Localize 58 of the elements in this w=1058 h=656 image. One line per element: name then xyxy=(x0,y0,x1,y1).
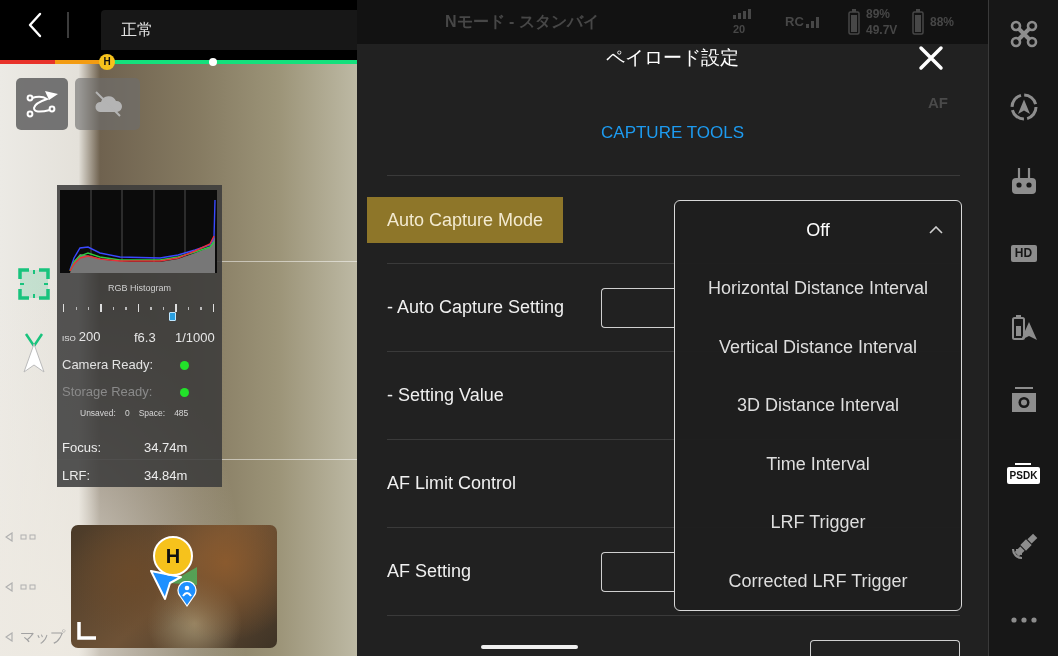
cloud-off-button[interactable] xyxy=(75,78,140,130)
setting-label: Auto Capture Mode xyxy=(367,196,564,243)
route-button[interactable] xyxy=(16,78,68,130)
battery-navigation-icon[interactable] xyxy=(1009,313,1038,342)
status-label: Camera Ready: xyxy=(62,357,154,372)
corner-bracket-icon[interactable] xyxy=(77,622,96,640)
storage-label: Space: xyxy=(138,407,166,419)
dropdown-option[interactable]: Corrected LRF Trigger xyxy=(675,551,961,610)
select-field[interactable] xyxy=(601,551,674,592)
camera-icon[interactable] xyxy=(1009,387,1038,414)
navigation-icon[interactable] xyxy=(1009,93,1038,122)
route-icon xyxy=(25,89,59,119)
reading-value: 34.84m xyxy=(144,468,188,484)
iso-label: ISO xyxy=(62,333,76,345)
aperture-value: f6.3 xyxy=(134,330,156,345)
close-icon[interactable] xyxy=(918,45,944,71)
dropdown-option[interactable]: Horizontal Distance Interval xyxy=(675,259,961,318)
reading-label: Focus: xyxy=(62,440,101,455)
setting-label: AF Setting xyxy=(387,559,472,582)
hd-icon[interactable]: HD xyxy=(1010,245,1037,263)
dialog-title: ペイロード設定 xyxy=(606,46,739,70)
mode-select[interactable]: Off xyxy=(675,201,961,259)
location-pin-icon xyxy=(177,581,197,607)
setting-label: AF Limit Control xyxy=(387,471,517,494)
dropdown-option[interactable]: 3D Distance Interval xyxy=(675,376,961,435)
dash-marks-icon xyxy=(20,534,36,540)
iso-value: 200 xyxy=(78,329,101,345)
drone-icon[interactable] xyxy=(1009,20,1038,49)
value-field[interactable] xyxy=(810,640,960,656)
map-placeholder[interactable]: H xyxy=(71,525,277,648)
back-icon[interactable] xyxy=(28,12,42,38)
setting-label: - Auto Capture Setting xyxy=(387,295,565,318)
section-title: CAPTURE TOOLS xyxy=(601,123,744,143)
focus-frame-icon xyxy=(18,268,50,300)
storage-value: 485 xyxy=(174,407,189,419)
battery-icon xyxy=(912,9,924,35)
dropdown-option[interactable]: Vertical Distance Interval xyxy=(675,317,961,376)
storage-value: 0 xyxy=(124,407,130,419)
setting-label: - Setting Value xyxy=(387,383,504,406)
more-icon[interactable] xyxy=(1009,617,1038,624)
reading-value: 34.74m xyxy=(144,440,188,456)
reading-label: LRF: xyxy=(62,468,91,483)
storage-label: Unsaved: xyxy=(80,407,116,419)
histogram-title: RGB Histogram xyxy=(108,283,171,293)
flight-status-bar: 正常 xyxy=(101,10,357,50)
signal-bars-icon xyxy=(805,16,820,28)
remote-controller-icon[interactable] xyxy=(1010,166,1037,195)
aircraft-icon xyxy=(22,332,46,374)
select-field[interactable] xyxy=(601,287,674,328)
home-point-marker: H xyxy=(99,54,115,70)
dropdown-option[interactable]: LRF Trigger xyxy=(675,493,961,552)
status-label: Storage Ready: xyxy=(62,384,153,399)
dash-marks-icon xyxy=(20,584,36,590)
satellite-icon[interactable] xyxy=(1009,532,1038,561)
shutter-value: 1/1000 xyxy=(175,330,215,346)
dropdown-option[interactable]: Time Interval xyxy=(675,434,961,493)
aircraft-position-icon xyxy=(209,58,217,66)
battery-icon xyxy=(848,9,860,35)
